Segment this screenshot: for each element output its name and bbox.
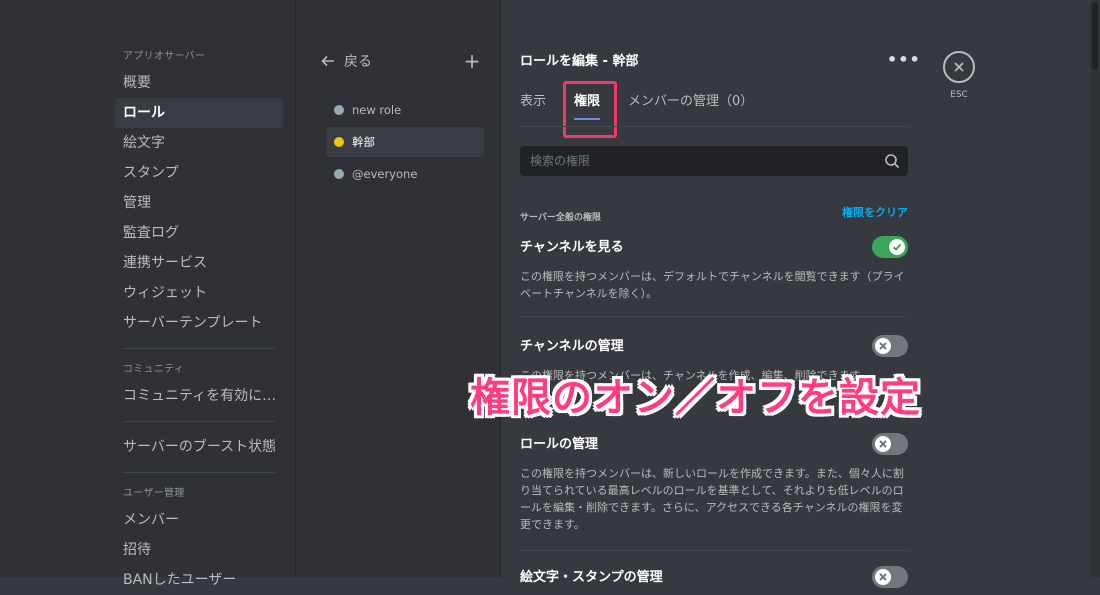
sidebar-item-roles[interactable]: ロール [115,98,283,128]
roles-column: 戻る + new role 幹部 @everyone [295,0,501,577]
tab-divider [520,126,908,127]
sidebar-item-server-boost[interactable]: サーバーのブースト状態 [115,432,283,462]
sidebar-item-stickers[interactable]: スタンプ [115,158,283,188]
toggle-knob [889,239,905,255]
back-button[interactable]: 戻る + [320,50,482,72]
tab-display[interactable]: 表示 [520,88,546,116]
annotation-caption: 権限のオン／オフを設定 [470,375,921,421]
role-item[interactable]: new role [326,95,484,125]
sidebar-item-invites[interactable]: 招待 [115,535,283,565]
sidebar-item-moderation[interactable]: 管理 [115,188,283,218]
sidebar-item-integrations[interactable]: 連携サービス [115,248,283,278]
search-icon [885,154,900,169]
sidebar-item-emoji[interactable]: 絵文字 [115,128,283,158]
sidebar-item-enable-community[interactable]: コミュニティを有効に… [115,381,283,411]
sidebar-item-server-template[interactable]: サーバーテンプレート [115,308,283,338]
role-list: new role 幹部 @everyone [326,95,484,191]
check-icon [892,243,902,251]
sidebar-divider [123,348,275,349]
x-icon [879,573,887,581]
sidebar-divider [123,472,275,473]
permission-item: チャンネルを見る この権限を持つメンバーは、デフォルトでチャンネルを閲覧できます… [520,236,908,302]
permission-divider [520,316,908,317]
x-icon [879,440,887,448]
permission-description: この権限を持つメンバーは、デフォルトでチャンネルを閲覧できます（プライベートチャ… [520,270,905,300]
role-name: new role [352,103,402,117]
page-title: ロールを編集 - 幹部 [520,54,639,69]
permission-name: チャンネルを見る [520,240,624,255]
permission-item: ロールの管理 この権限を持つメンバーは、新しいロールを作成できます。また、個々人… [520,433,908,533]
permission-toggle[interactable] [872,236,908,258]
search-input[interactable] [520,146,880,176]
role-name: 幹部 [352,135,375,149]
esc-label: ESC [950,90,968,100]
permission-name: ロールの管理 [520,437,599,452]
tab-highlight-box [563,81,617,138]
role-item[interactable]: @everyone [326,159,484,189]
sidebar-item-bans[interactable]: BANしたユーザー [115,565,283,595]
sidebar-item-audit-log[interactable]: 監査ログ [115,218,283,248]
sidebar-header-server: アプリオサーバー [123,51,206,62]
role-color-dot [334,169,344,179]
sidebar-header-community: コミュニティ [123,364,185,375]
close-icon [954,62,964,72]
toggle-knob [875,338,891,354]
add-role-icon[interactable]: + [462,51,482,71]
tab-manage-members[interactable]: メンバーの管理（0） [628,88,753,116]
role-editor: ロールを編集 - 幹部 ••• 表示 権限 メンバーの管理（0） サーバー全般の… [500,0,1091,588]
scrollbar-track[interactable] [1090,0,1100,577]
permission-toggle[interactable] [872,566,908,588]
role-name: @everyone [352,167,418,181]
sidebar-item-overview[interactable]: 概要 [115,68,283,98]
permission-section-header: サーバー全般の権限 権限をクリア [520,204,908,223]
back-label: 戻る [344,54,372,70]
sidebar-header-user-management: ユーザー管理 [123,488,185,499]
x-icon [879,342,887,350]
sidebar-divider [123,421,275,422]
role-item[interactable]: 幹部 [326,127,484,157]
sidebar-item-members[interactable]: メンバー [115,505,283,535]
permission-search [520,146,908,176]
clear-permissions-link[interactable]: 権限をクリア [842,204,908,220]
sidebar-item-widget[interactable]: ウィジェット [115,278,283,308]
permission-item: 絵文字・スタンプの管理 [520,566,908,588]
toggle-knob [875,436,891,452]
permission-toggle[interactable] [872,433,908,455]
toggle-knob [875,569,891,585]
role-color-dot [334,137,344,147]
permission-divider [520,550,908,551]
settings-sidebar: アプリオサーバー 概要 ロール 絵文字 スタンプ 管理 監査ログ 連携サービス … [0,0,295,588]
role-tabs: 表示 権限 メンバーの管理（0） [520,88,781,120]
permission-name: 絵文字・スタンプの管理 [520,570,663,585]
role-color-dot [334,105,344,115]
permission-description: この権限を持つメンバーは、新しいロールを作成できます。また、個々人に割り当てられ… [520,467,904,531]
permission-name: チャンネルの管理 [520,339,624,354]
permission-toggle[interactable] [872,335,908,357]
close-button[interactable] [943,51,975,83]
arrow-left-icon [321,55,334,67]
more-options-icon[interactable]: ••• [887,50,921,69]
scrollbar-thumb[interactable] [1092,2,1098,70]
section-label: サーバー全般の権限 [520,213,601,223]
